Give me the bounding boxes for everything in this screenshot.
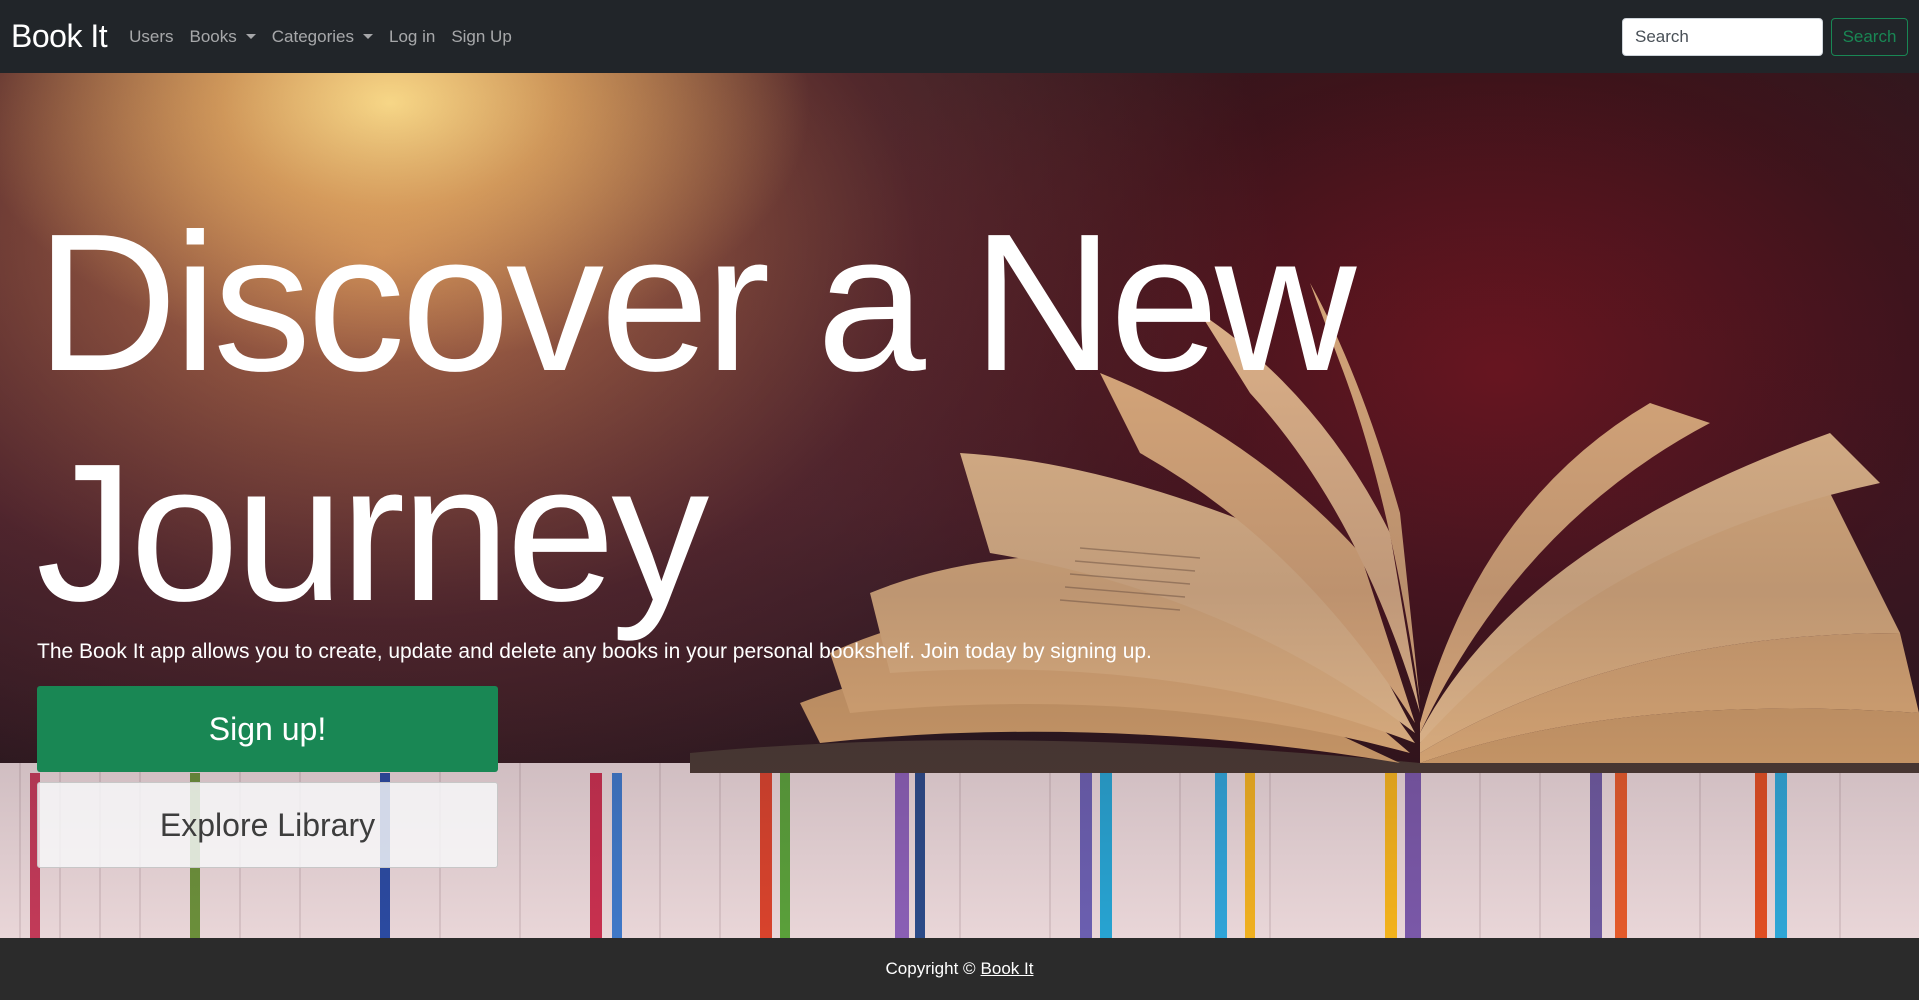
- hero-title: Discover a New Journey: [36, 193, 1356, 642]
- hero-section: Discover a New Journey The Book It app a…: [0, 73, 1919, 938]
- search-input[interactable]: [1622, 17, 1823, 56]
- footer: Copyright © Book It: [0, 938, 1919, 1000]
- caret-down-icon: [245, 34, 256, 39]
- hero-subtitle: The Book It app allows you to create, up…: [37, 640, 1152, 663]
- footer-brand-link[interactable]: Book It: [981, 959, 1034, 979]
- nav-dropdown-categories[interactable]: Categories: [272, 27, 373, 47]
- nav-link-login[interactable]: Log in: [389, 27, 435, 47]
- search-button[interactable]: Search: [1831, 17, 1908, 56]
- nav-link-signup[interactable]: Sign Up: [451, 27, 511, 47]
- navbar: Book It Users Books Categories Log in Si…: [0, 0, 1919, 73]
- caret-down-icon: [362, 34, 373, 39]
- nav-dropdown-categories-label: Categories: [271, 26, 354, 46]
- search-form: Search: [1622, 17, 1908, 56]
- footer-copyright: Copyright ©: [885, 959, 976, 978]
- nav-link-users[interactable]: Users: [129, 27, 173, 47]
- signup-button[interactable]: Sign up!: [37, 686, 498, 772]
- explore-library-button[interactable]: Explore Library: [37, 782, 498, 868]
- nav-dropdown-books-label: Books: [189, 26, 237, 46]
- brand-logo[interactable]: Book It: [11, 18, 108, 55]
- nav-dropdown-books[interactable]: Books: [190, 27, 256, 47]
